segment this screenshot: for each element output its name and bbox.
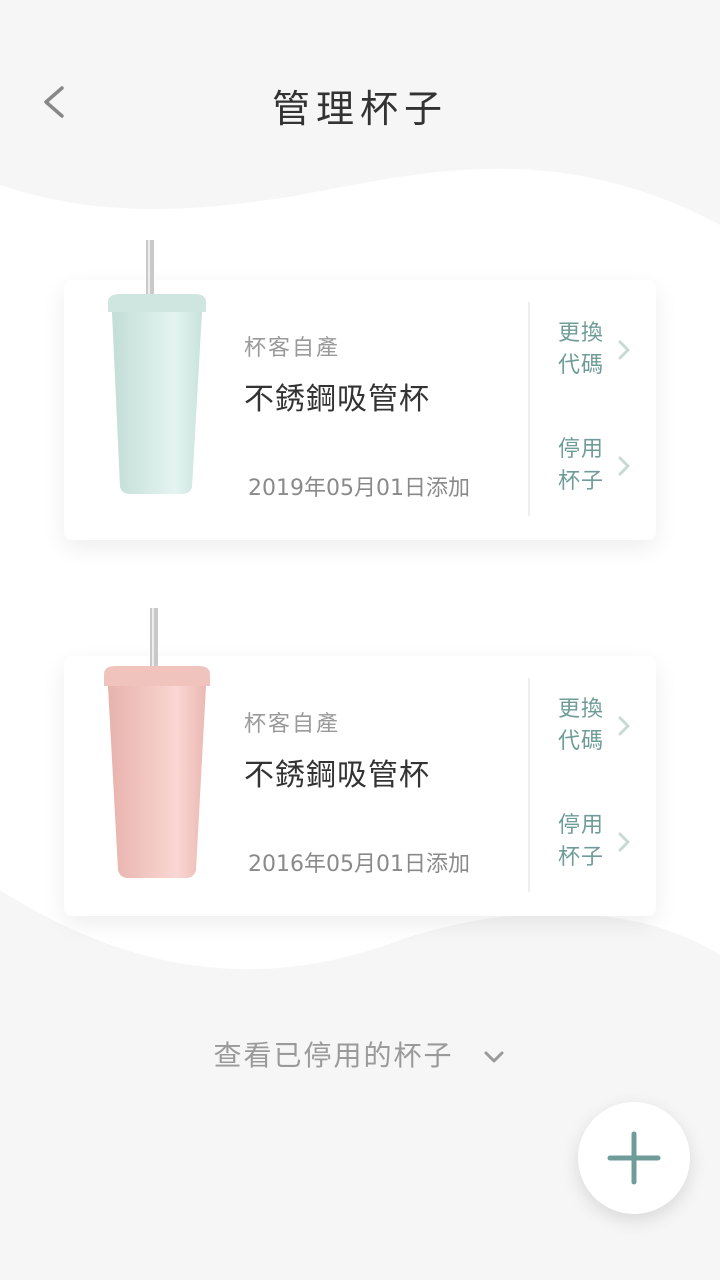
chevron-right-icon — [618, 456, 630, 476]
chevron-right-icon — [618, 832, 630, 852]
chevron-right-icon — [618, 340, 630, 360]
divider — [528, 302, 530, 516]
add-cup-button[interactable] — [578, 1102, 690, 1214]
cup-image — [108, 240, 206, 494]
view-disabled-cups-button[interactable]: 查看已停用的杯子 — [0, 1034, 720, 1074]
cup-card: 杯客自產 不銹鋼吸管杯 2016年05月01日添加 更換代碼 停用杯子 — [64, 608, 656, 916]
cup-image — [104, 608, 210, 878]
view-disabled-label: 查看已停用的杯子 — [213, 1039, 454, 1072]
cup-info: 杯客自產 不銹鋼吸管杯 — [244, 330, 524, 418]
header: 管理杯子 — [0, 60, 720, 150]
page-title: 管理杯子 — [271, 87, 448, 131]
chevron-right-icon — [618, 716, 630, 736]
cup-date: 2019年05月01日添加 — [248, 476, 470, 501]
cup-name: 不銹鋼吸管杯 — [244, 758, 430, 793]
change-code-label: 更換代碼 — [558, 697, 605, 754]
change-code-button[interactable]: 更換代碼 — [558, 318, 638, 382]
chevron-down-icon — [484, 1051, 504, 1063]
cup-date: 2016年05月01日添加 — [248, 852, 470, 877]
change-code-button[interactable]: 更換代碼 — [558, 694, 638, 758]
cup-info: 杯客自產 不銹鋼吸管杯 — [244, 706, 524, 794]
cup-brand: 杯客自產 — [244, 336, 341, 361]
cup-brand: 杯客自產 — [244, 712, 341, 737]
disable-cup-button[interactable]: 停用杯子 — [558, 810, 638, 874]
change-code-label: 更換代碼 — [558, 321, 605, 378]
disable-cup-button[interactable]: 停用杯子 — [558, 434, 638, 498]
cup-name: 不銹鋼吸管杯 — [244, 382, 430, 417]
cup-card: 杯客自產 不銹鋼吸管杯 2019年05月01日添加 更換代碼 停用杯子 — [64, 240, 656, 540]
disable-cup-label: 停用杯子 — [558, 437, 605, 494]
divider — [528, 678, 530, 892]
plus-icon — [607, 1131, 661, 1185]
disable-cup-label: 停用杯子 — [558, 813, 605, 870]
